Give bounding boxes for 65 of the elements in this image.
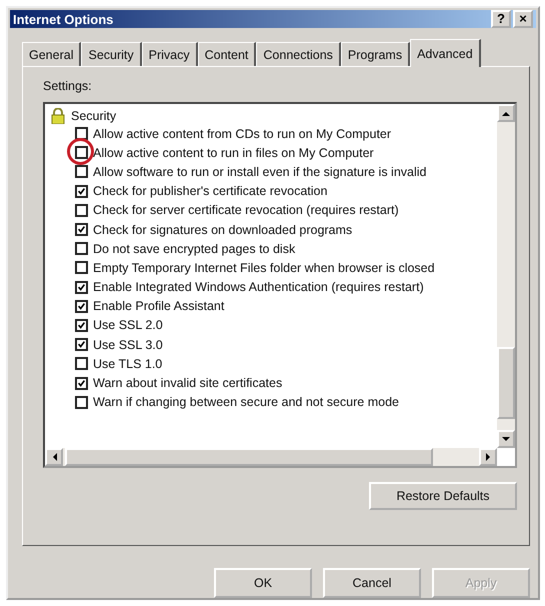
window-title: Internet Options: [13, 12, 114, 26]
tab[interactable]: General: [22, 42, 82, 66]
right-arrow-icon: [486, 453, 490, 461]
checkbox[interactable]: [75, 338, 88, 352]
tab[interactable]: Connections: [256, 42, 341, 66]
option-label[interactable]: Allow active content from CDs to run on My Computer: [93, 126, 392, 141]
option-label[interactable]: Check for server certificate revocation (requires restart): [93, 203, 399, 218]
check-icon: [77, 378, 86, 389]
scroll-left-button[interactable]: [45, 448, 63, 466]
dialog-button[interactable]: Cancel: [323, 568, 421, 598]
option-label[interactable]: Allow software to run or install even if the signature is invalid: [93, 164, 426, 179]
option-label[interactable]: Use TLS 1.0: [93, 356, 162, 371]
tab[interactable]: Privacy: [142, 42, 198, 66]
option-label[interactable]: Check for publisher's certificate revocation: [93, 184, 328, 198]
option-label[interactable]: Enable Profile Assistant: [93, 299, 224, 314]
checkbox[interactable]: [75, 300, 88, 313]
tab[interactable]: Security: [81, 42, 142, 66]
horizontal-scrollbar[interactable]: [45, 448, 497, 466]
option-label[interactable]: Use SSL 2.0: [93, 318, 163, 332]
scroll-up-button[interactable]: [497, 104, 515, 122]
checkbox[interactable]: [75, 357, 88, 370]
close-button[interactable]: ×: [513, 10, 533, 28]
option-label[interactable]: Empty Temporary Internet Files folder when browser is closed: [93, 260, 435, 275]
left-arrow-icon: [52, 453, 56, 461]
option-label[interactable]: Check for signatures on downloaded programs: [93, 222, 352, 237]
lock-icon: [51, 108, 65, 124]
up-arrow-icon: [502, 110, 510, 116]
check-icon: [77, 300, 86, 312]
option-label[interactable]: Use SSL 3.0: [93, 338, 163, 352]
restore-defaults-button[interactable]: Restore Defaults: [369, 482, 517, 510]
checkbox[interactable]: [75, 242, 88, 256]
settings-label: Settings:: [43, 79, 93, 93]
check-icon: [77, 339, 86, 350]
checkbox[interactable]: [75, 146, 88, 160]
checkbox[interactable]: [75, 165, 88, 178]
tab[interactable]: Advanced: [410, 39, 481, 67]
tab[interactable]: Content: [198, 42, 256, 66]
down-arrow-icon: [502, 436, 510, 442]
checkbox[interactable]: [75, 280, 88, 294]
check-icon: [77, 320, 86, 331]
checkbox[interactable]: [75, 376, 88, 390]
checkbox[interactable]: [75, 223, 88, 236]
checkbox[interactable]: [75, 127, 88, 140]
vertical-scrollbar[interactable]: [497, 104, 515, 448]
checkbox[interactable]: [75, 318, 88, 332]
dialog-button[interactable]: OK: [214, 568, 312, 598]
option-label[interactable]: Enable Integrated Windows Authentication (requires restart): [93, 280, 424, 294]
check-icon: [77, 186, 86, 197]
check-icon: [77, 224, 86, 236]
option-label[interactable]: Do not save encrypted pages to disk: [93, 242, 296, 256]
scroll-thumb[interactable]: [65, 448, 433, 466]
group-label: Security: [71, 109, 116, 123]
tab[interactable]: Programs: [340, 42, 410, 66]
option-label[interactable]: Warn if changing between secure and not secure mode: [93, 395, 399, 410]
checkbox[interactable]: [75, 184, 88, 198]
help-button[interactable]: ?: [491, 10, 511, 28]
checkbox[interactable]: [75, 204, 88, 217]
scroll-thumb[interactable]: [497, 347, 515, 419]
option-label[interactable]: Allow active content to run in files on My Computer: [93, 146, 374, 160]
check-icon: [77, 282, 86, 293]
checkbox[interactable]: [75, 261, 88, 274]
option-label[interactable]: Warn about invalid site certificates: [93, 376, 282, 390]
checkbox[interactable]: [75, 396, 88, 409]
scroll-down-button[interactable]: [497, 430, 515, 448]
scroll-right-button[interactable]: [479, 448, 497, 466]
